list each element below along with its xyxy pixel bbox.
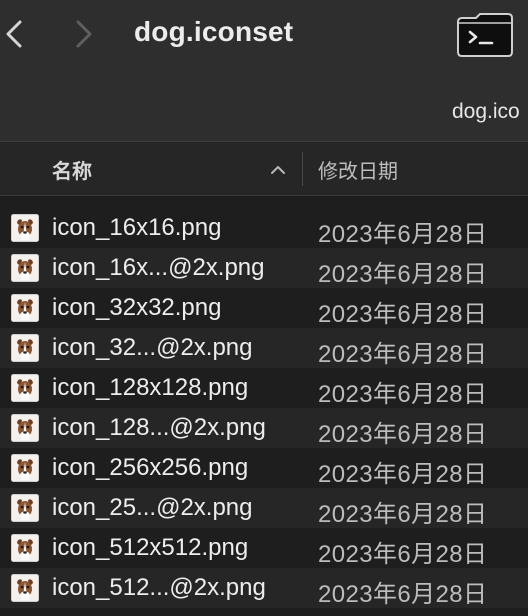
file-row[interactable]: icon_32...@2x.png 2023年6月28日 (0, 328, 528, 368)
file-row[interactable]: icon_25...@2x.png 2023年6月28日 (0, 488, 528, 528)
file-name: icon_128...@2x.png (52, 414, 266, 441)
file-modified-date: 2023年6月28日 (318, 301, 488, 328)
dog-thumbnail-icon (11, 334, 39, 362)
sort-button[interactable] (268, 160, 288, 180)
file-name: icon_512...@2x.png (52, 574, 266, 601)
file-thumbnail (11, 214, 39, 242)
file-row[interactable]: icon_16x16.png 2023年6月28日 (0, 208, 528, 248)
terminal-folder-button[interactable] (456, 10, 516, 60)
file-row[interactable]: icon_512...@2x.png 2023年6月28日 (0, 568, 528, 608)
file-row[interactable]: icon_128...@2x.png 2023年6月28日 (0, 408, 528, 448)
file-thumbnail (11, 534, 39, 562)
file-modified-date: 2023年6月28日 (318, 261, 488, 288)
file-thumbnail (11, 374, 39, 402)
terminal-folder-icon (457, 13, 513, 57)
file-modified-date: 2023年6月28日 (318, 581, 488, 608)
chevron-right-icon (76, 20, 92, 48)
file-thumbnail (11, 574, 39, 602)
file-name: icon_32x32.png (52, 294, 222, 321)
file-row[interactable]: icon_128x128.png 2023年6月28日 (0, 368, 528, 408)
file-name: icon_25...@2x.png (52, 494, 253, 521)
back-button[interactable] (0, 14, 34, 54)
chevron-left-icon (6, 20, 22, 48)
dog-thumbnail-icon (11, 534, 39, 562)
file-row[interactable]: icon_512x512.png 2023年6月28日 (0, 528, 528, 568)
file-name: icon_16x16.png (52, 214, 222, 241)
toolbar: dog.iconset dog.ico (0, 0, 528, 142)
file-name: icon_16x...@2x.png (52, 254, 265, 281)
window-title: dog.iconset (134, 16, 294, 47)
file-name: icon_256x256.png (52, 454, 249, 481)
file-modified-date: 2023年6月28日 (318, 541, 488, 568)
file-thumbnail (11, 254, 39, 282)
file-thumbnail (11, 414, 39, 442)
file-modified-date: 2023年6月28日 (318, 461, 488, 488)
file-thumbnail (11, 494, 39, 522)
column-date-header[interactable]: 修改日期 (318, 155, 398, 184)
dog-thumbnail-icon (11, 294, 39, 322)
dog-thumbnail-icon (11, 414, 39, 442)
file-list: icon_16x16.png 2023年6月28日 icon_16x...@2x.… (0, 208, 528, 608)
file-row[interactable]: icon_256x256.png 2023年6月28日 (0, 448, 528, 488)
file-modified-date: 2023年6月28日 (318, 501, 488, 528)
file-row[interactable]: icon_32x32.png 2023年6月28日 (0, 288, 528, 328)
chevron-up-icon (271, 166, 285, 174)
column-divider[interactable] (302, 152, 303, 186)
file-thumbnail (11, 294, 39, 322)
file-name: icon_128x128.png (52, 374, 249, 401)
column-name-header[interactable]: 名称 (52, 155, 92, 184)
file-modified-date: 2023年6月28日 (318, 221, 488, 248)
file-modified-date: 2023年6月28日 (318, 381, 488, 408)
dog-thumbnail-icon (11, 214, 39, 242)
forward-button[interactable] (68, 14, 102, 54)
file-modified-date: 2023年6月28日 (318, 341, 488, 368)
dog-thumbnail-icon (11, 494, 39, 522)
dog-thumbnail-icon (11, 454, 39, 482)
dog-thumbnail-icon (11, 574, 39, 602)
file-name: icon_32...@2x.png (52, 334, 253, 361)
dog-thumbnail-icon (11, 374, 39, 402)
finder-window: dog.iconset dog.ico 名称 修改日期 icon_16x16.p… (0, 0, 528, 616)
dog-thumbnail-icon (11, 254, 39, 282)
icon-label: dog.ico (452, 100, 520, 123)
file-thumbnail (11, 334, 39, 362)
file-modified-date: 2023年6月28日 (318, 421, 488, 448)
file-thumbnail (11, 454, 39, 482)
file-row[interactable]: icon_16x...@2x.png 2023年6月28日 (0, 248, 528, 288)
file-name: icon_512x512.png (52, 534, 249, 561)
